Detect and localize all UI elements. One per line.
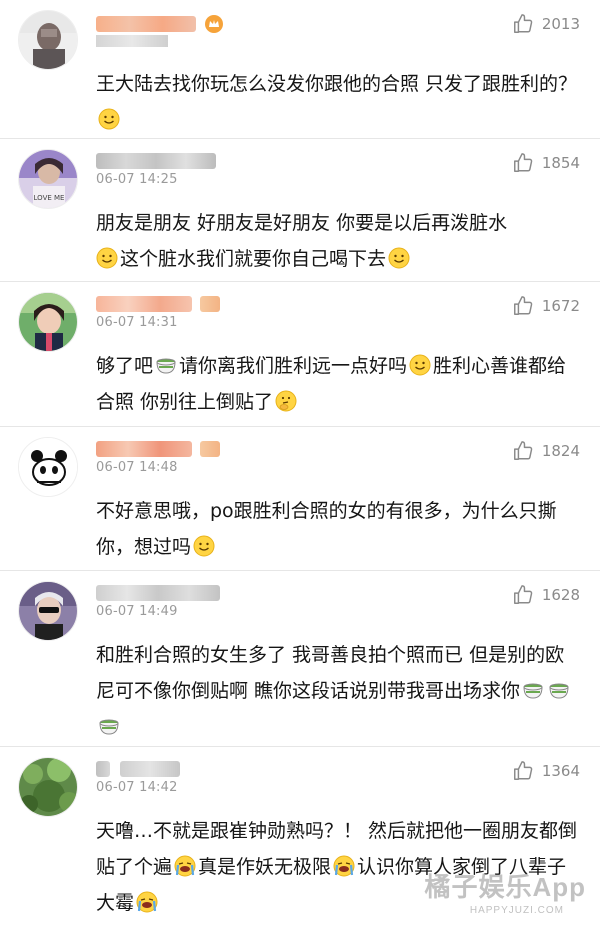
tea-emoji xyxy=(522,677,544,699)
watermark-url: HAPPYJUZI.COM xyxy=(469,905,564,916)
like-button[interactable]: 1854 xyxy=(512,151,580,175)
like-count: 1672 xyxy=(541,297,580,315)
crying-emoji xyxy=(174,853,196,877)
tea-emoji xyxy=(548,677,570,699)
timestamp: 06-07 14:48 xyxy=(96,460,178,475)
vip-crown-icon xyxy=(205,15,224,33)
thumbs-up-icon xyxy=(512,152,534,174)
comment-item: LOVE ME 06-07 14:25 1854 朋友是朋友 好朋友是好朋友 你… xyxy=(0,139,600,282)
smile-emoji xyxy=(98,106,120,130)
username[interactable] xyxy=(96,153,216,171)
like-button[interactable]: 1672 xyxy=(512,294,580,318)
avatar[interactable] xyxy=(18,581,78,641)
comment-item: 06-07 14:49 1628 和胜利合照的女生多了 我哥善良拍个照而已 但是… xyxy=(0,571,600,747)
like-count: 2013 xyxy=(541,15,580,33)
username[interactable] xyxy=(96,441,221,459)
thinking-emoji xyxy=(275,388,297,412)
like-button[interactable]: 1364 xyxy=(512,759,580,783)
svg-text:LOVE ME: LOVE ME xyxy=(34,194,65,202)
timestamp: 06-07 14:25 xyxy=(96,172,178,187)
avatar[interactable]: LOVE ME xyxy=(18,149,78,209)
smile-emoji xyxy=(409,352,431,376)
like-button[interactable]: 2013 xyxy=(512,12,580,36)
username[interactable] xyxy=(96,585,220,603)
comment-text: 够了吧 请你离我们胜利远一点好吗 胜利心善谁都给合照 你别往上倒贴了 xyxy=(96,348,582,420)
crying-emoji xyxy=(333,853,355,877)
username[interactable] xyxy=(96,761,181,779)
avatar[interactable] xyxy=(18,757,78,817)
smile-emoji xyxy=(193,533,215,557)
comment-text: 不好意思哦，po跟胜利合照的女的有很多，为什么只撕你，想过吗 xyxy=(96,500,557,558)
like-count: 1628 xyxy=(541,586,580,604)
comment-text: 朋友是朋友 好朋友是好朋友 你要是以后再泼脏水 这个脏水我们就要你自己喝下去 xyxy=(96,212,508,270)
thumbs-up-icon xyxy=(512,295,534,317)
timestamp: 06-07 14:31 xyxy=(96,315,178,330)
smile-emoji xyxy=(96,245,118,269)
like-button[interactable]: 1628 xyxy=(512,583,580,607)
comment-item: 06-07 14:48 1824 不好意思哦，po跟胜利合照的女的有很多，为什么… xyxy=(0,427,600,571)
like-count: 1854 xyxy=(541,154,580,172)
smile-emoji xyxy=(388,245,410,269)
watermark-brand: 橘子娱乐App xyxy=(424,872,586,902)
avatar[interactable] xyxy=(18,292,78,352)
thumbs-up-icon xyxy=(512,584,534,606)
timestamp: 06-07 14:42 xyxy=(96,780,178,795)
like-count: 1364 xyxy=(541,762,580,780)
comment-item: 2013 王大陆去找你玩怎么没发你跟他的合照 只发了跟胜利的？ xyxy=(0,0,600,139)
timestamp xyxy=(96,33,168,48)
tea-emoji xyxy=(155,352,177,374)
comment-text: 王大陆去找你玩怎么没发你跟他的合照 只发了跟胜利的？ xyxy=(96,66,582,138)
thumbs-up-icon xyxy=(512,760,534,782)
timestamp: 06-07 14:49 xyxy=(96,604,178,619)
thumbs-up-icon xyxy=(512,440,534,462)
comment-text: 和胜利合照的女生多了 我哥善良拍个照而已 但是别的欧尼可不像你倒贴啊 瞧你这段话… xyxy=(96,637,582,745)
tea-emoji xyxy=(98,713,120,735)
avatar[interactable] xyxy=(18,437,78,497)
like-count: 1824 xyxy=(541,442,580,460)
avatar[interactable] xyxy=(18,10,78,70)
comment-item: 06-07 14:31 1672 够了吧 请你离我们胜利远一点好吗 胜利心善谁都给合… xyxy=(0,282,600,427)
like-button[interactable]: 1824 xyxy=(512,439,580,463)
username[interactable] xyxy=(96,296,221,314)
thumbs-up-icon xyxy=(512,13,534,35)
crying-emoji xyxy=(136,889,158,913)
username[interactable] xyxy=(96,14,224,33)
